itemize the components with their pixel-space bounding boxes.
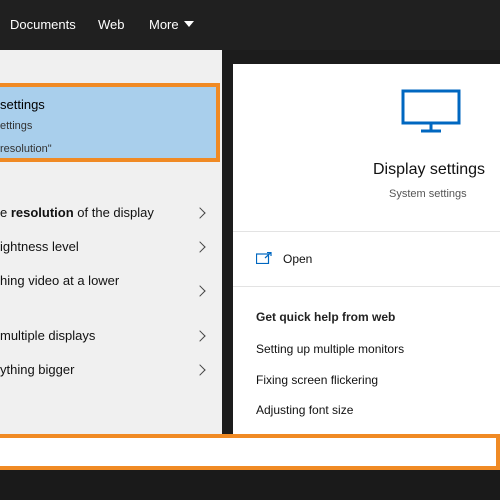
- best-match-match-text: resolution": [0, 143, 52, 155]
- chevron-right-icon: [194, 285, 206, 297]
- monitor-icon: [401, 89, 461, 133]
- best-match-title: settings: [0, 97, 45, 112]
- search-input[interactable]: [0, 438, 496, 466]
- result-item[interactable]: hing video at a lower: [0, 271, 222, 311]
- taskbar: [0, 470, 500, 500]
- quick-help-title: Get quick help from web: [256, 310, 396, 324]
- open-label: Open: [283, 252, 313, 266]
- chevron-right-icon: [194, 241, 206, 253]
- preview-title: Display settings: [373, 161, 486, 178]
- result-item[interactable]: ightness level: [0, 237, 222, 257]
- tab-documents[interactable]: Documents: [10, 17, 76, 32]
- preview-pane: Display settings System settings Open Ge…: [233, 64, 500, 434]
- chevron-right-icon: [194, 330, 206, 342]
- tab-more[interactable]: More: [149, 17, 194, 32]
- chevron-right-icon: [194, 364, 206, 376]
- result-label: ightness level: [0, 239, 79, 254]
- result-item[interactable]: ything bigger: [0, 360, 222, 380]
- result-label: e resolution of the display: [0, 205, 154, 220]
- tab-more-label: More: [149, 17, 179, 32]
- chevron-right-icon: [194, 207, 206, 219]
- result-label: hing video at a lower: [0, 273, 120, 288]
- result-item[interactable]: multiple displays: [0, 326, 222, 346]
- result-label: ything bigger: [0, 362, 75, 377]
- help-link[interactable]: Adjusting font size: [256, 403, 353, 417]
- best-match-item[interactable]: settings ettings resolution": [0, 83, 220, 162]
- tab-web[interactable]: Web: [98, 17, 125, 32]
- divider: [233, 231, 500, 232]
- help-link[interactable]: Setting up multiple monitors: [256, 342, 404, 356]
- result-label: multiple displays: [0, 328, 96, 343]
- divider: [233, 286, 500, 287]
- help-link[interactable]: Fixing screen flickering: [256, 373, 378, 387]
- results-panel: settings ettings resolution" e resolutio…: [0, 50, 222, 434]
- result-item[interactable]: e resolution of the display: [0, 203, 222, 223]
- preview-subtitle: System settings: [389, 188, 467, 200]
- search-box[interactable]: [0, 434, 500, 470]
- chevron-down-icon: [183, 21, 194, 27]
- open-icon: [256, 252, 272, 264]
- best-match-subtitle: ettings: [0, 120, 33, 132]
- top-bar: Documents Web More: [0, 0, 500, 50]
